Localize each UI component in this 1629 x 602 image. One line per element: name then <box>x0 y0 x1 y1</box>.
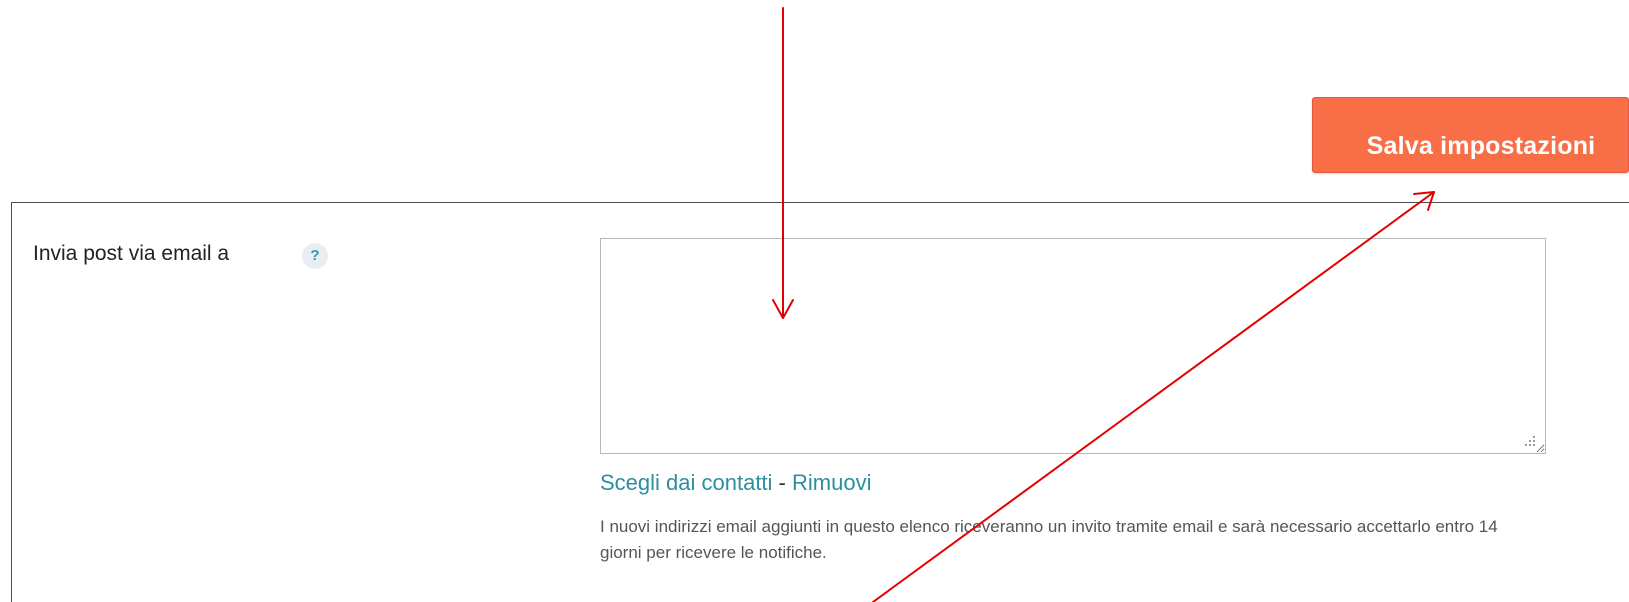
settings-page: Salva impostazioni Invia post via email … <box>0 0 1629 602</box>
save-settings-button[interactable]: Salva impostazioni <box>1312 97 1629 173</box>
invitation-hint-text: I nuovi indirizzi email aggiunti in ques… <box>600 517 1498 562</box>
contacts-links-row: Scegli dai contatti - Rimuovi <box>600 470 871 496</box>
email-recipients-textarea[interactable] <box>600 238 1546 454</box>
links-separator: - <box>772 470 792 495</box>
help-icon[interactable]: ? <box>302 243 328 269</box>
choose-from-contacts-link[interactable]: Scegli dai contatti <box>600 470 772 495</box>
remove-link[interactable]: Rimuovi <box>792 470 871 495</box>
email-recipients-label: Invia post via email a <box>33 242 230 265</box>
